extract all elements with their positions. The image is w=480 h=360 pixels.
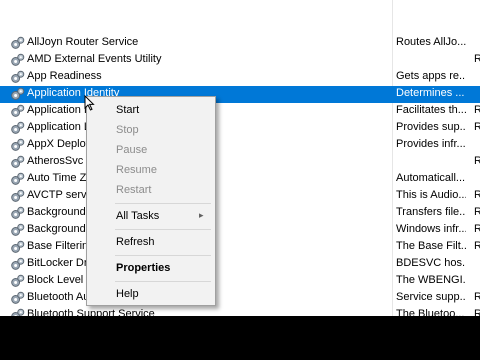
menu-item-start-label: Start (116, 104, 140, 116)
gear-icon (10, 223, 25, 238)
service-row[interactable]: Bluetooth Au Service supp... R (0, 290, 480, 307)
gear-icon (10, 189, 25, 204)
gear-icon (10, 172, 25, 187)
service-row[interactable]: AMD External Events Utility R (0, 52, 480, 69)
service-name: Bluetooth Support Service (27, 308, 155, 316)
menu-item-restart-label: Restart (116, 184, 152, 196)
gear-icon (10, 70, 25, 85)
service-description: Service supp... (396, 291, 466, 303)
service-status: R (474, 189, 480, 201)
gear-icon (10, 257, 25, 272)
gear-icon (10, 155, 25, 170)
service-description: Gets apps re... (396, 70, 466, 82)
service-row[interactable]: Bluetooth Support Service The Bluetoo... R (0, 307, 480, 316)
service-description: Provides sup... (396, 121, 466, 133)
service-description: BDESVC hos... (396, 257, 466, 269)
menu-item-pause: Pause (87, 141, 215, 159)
mouse-cursor-icon (84, 95, 95, 111)
menu-item-refresh[interactable]: Refresh (87, 233, 215, 251)
services-list-window: AllJoyn Router Service Routes AllJo... AMD… (0, 0, 480, 316)
service-description: Automaticall... (396, 172, 466, 184)
gear-icon (10, 36, 25, 51)
gear-icon (10, 53, 25, 68)
menu-item-stop: Stop (87, 121, 215, 139)
service-status: R (474, 121, 480, 133)
service-status: R (474, 104, 480, 116)
service-row[interactable]: Application I Facilitates th... R (0, 103, 480, 120)
service-name: AllJoyn Router Service (27, 36, 139, 48)
service-row[interactable]: Application Identity Determines ... (0, 86, 480, 103)
service-status: R (474, 206, 480, 218)
service-row[interactable]: AVCTP servic This is Audio... R (0, 188, 480, 205)
gear-icon (10, 87, 25, 102)
service-row[interactable]: AtherosSvc R (0, 154, 480, 171)
menu-item-resume-label: Resume (116, 164, 157, 176)
service-row[interactable]: Block Level E The WBENGI... (0, 273, 480, 290)
service-description: Facilitates th... (396, 104, 466, 116)
menu-separator (115, 229, 211, 230)
service-description: Windows infr... (396, 223, 466, 235)
service-description: Transfers file... (396, 206, 466, 218)
menu-item-pause-label: Pause (116, 144, 148, 156)
service-name: AMD External Events Utility (27, 53, 162, 65)
service-description: The Bluetoo... (396, 308, 465, 316)
menu-item-all-tasks[interactable]: All Tasks ▸ (87, 207, 215, 225)
gear-icon (10, 206, 25, 221)
gear-icon (10, 104, 25, 119)
menu-item-help[interactable]: Help (87, 285, 215, 303)
service-description: This is Audio... (396, 189, 466, 201)
service-description: Routes AllJo... (396, 36, 466, 48)
menu-item-properties-label: Properties (116, 262, 171, 274)
service-row[interactable]: Background Transfers file... R (0, 205, 480, 222)
service-description: Provides infr... (396, 138, 466, 150)
menu-item-start[interactable]: Start (87, 101, 215, 119)
menu-separator (115, 281, 211, 282)
context-menu: Start Stop Pause Resume Restart All Task… (86, 96, 216, 306)
menu-separator (115, 203, 211, 204)
menu-item-restart: Restart (87, 181, 215, 199)
service-name: App Readiness (27, 70, 102, 82)
gear-icon (10, 291, 25, 306)
menu-separator (115, 255, 211, 256)
gear-icon (10, 240, 25, 255)
service-status: R (474, 155, 480, 167)
service-status: R (474, 223, 480, 235)
service-row[interactable]: Auto Time Z Automaticall... (0, 171, 480, 188)
menu-item-help-label: Help (116, 288, 139, 300)
menu-item-properties[interactable]: Properties (87, 259, 215, 277)
service-row[interactable]: BitLocker Dri BDESVC hos... (0, 256, 480, 273)
service-status: R (474, 291, 480, 303)
gear-icon (10, 274, 25, 289)
service-row[interactable]: Base Filtering The Base Filt... R (0, 239, 480, 256)
service-description: The WBENGI... (396, 274, 466, 286)
menu-item-stop-label: Stop (116, 124, 139, 136)
service-row[interactable]: Background Windows infr... R (0, 222, 480, 239)
service-row[interactable]: Application L Provides sup... R (0, 120, 480, 137)
gear-icon (10, 121, 25, 136)
service-description: The Base Filt... (396, 240, 466, 252)
menu-item-all-tasks-label: All Tasks (116, 210, 160, 222)
service-description: Determines ... (396, 87, 465, 99)
menu-item-resume: Resume (87, 161, 215, 179)
service-row[interactable]: AppX Deploy Provides infr... (0, 137, 480, 154)
service-row[interactable]: AllJoyn Router Service Routes AllJo... (0, 35, 480, 52)
service-status: R (474, 308, 480, 316)
menu-item-refresh-label: Refresh (116, 236, 155, 248)
service-status: R (474, 53, 480, 65)
submenu-arrow-icon: ▸ (199, 210, 204, 220)
gear-icon (10, 308, 25, 316)
service-status: R (474, 240, 480, 252)
gear-icon (10, 138, 25, 153)
service-row[interactable]: App Readiness Gets apps re... (0, 69, 480, 86)
